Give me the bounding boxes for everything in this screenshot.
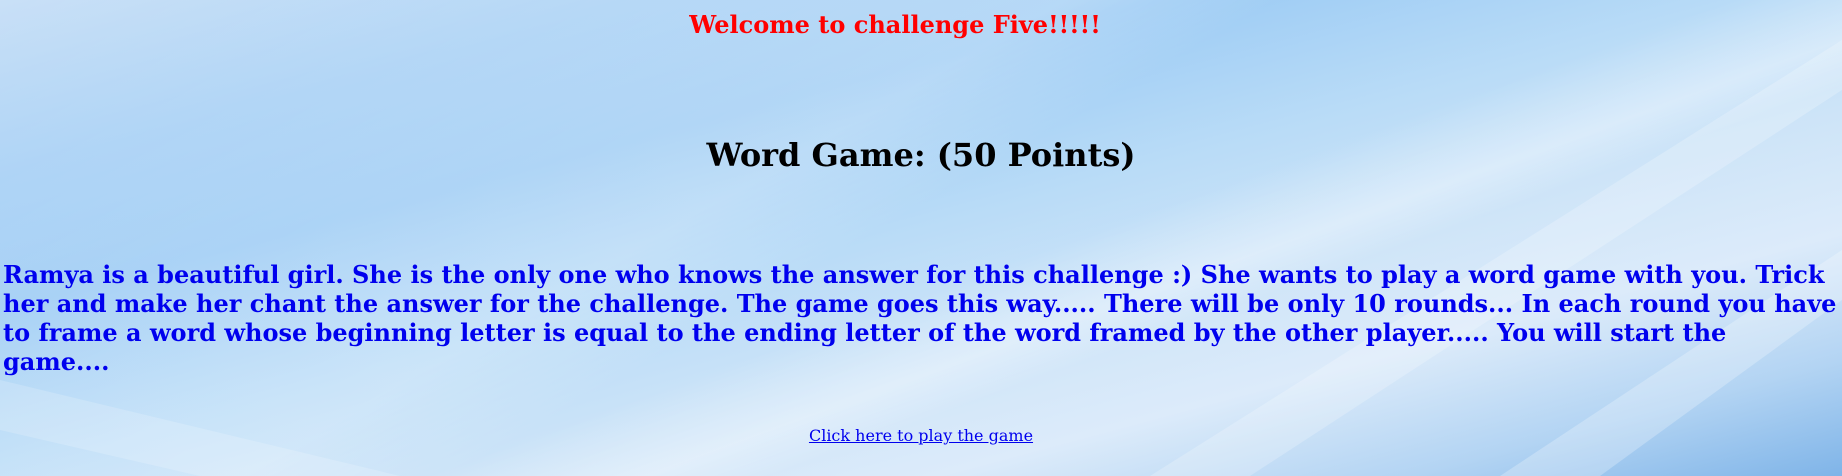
game-description: Ramya is a beautiful girl. She is the on…: [3, 260, 1837, 376]
play-game-link[interactable]: Click here to play the game: [809, 426, 1033, 445]
page-title: Word Game: (50 Points): [706, 136, 1136, 174]
background-streaks: [0, 40, 1842, 476]
play-link-container: Click here to play the game: [0, 426, 1842, 445]
welcome-heading: Welcome to challenge Five!!!!!: [689, 10, 1101, 39]
